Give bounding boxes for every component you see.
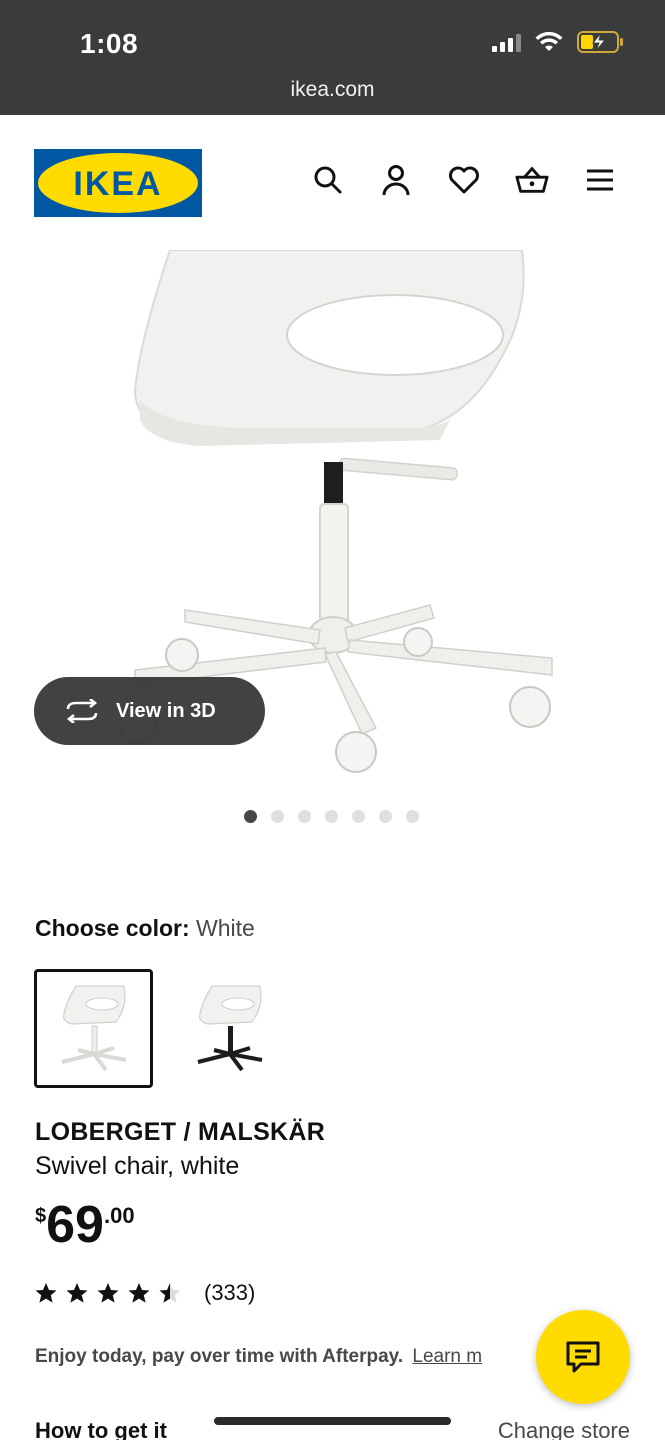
carousel-dot[interactable] xyxy=(352,810,365,823)
color-swatches xyxy=(34,969,289,1088)
ikea-logo[interactable]: IKEA xyxy=(34,149,202,217)
chat-button[interactable] xyxy=(536,1310,630,1404)
price-currency: $ xyxy=(35,1205,47,1227)
menu-icon[interactable] xyxy=(583,163,617,197)
how-to-get-it-heading: How to get it xyxy=(35,1418,167,1440)
site-header: IKEA xyxy=(0,115,665,250)
choose-color-label: Choose color: xyxy=(35,915,190,941)
star-icon xyxy=(66,1283,88,1303)
rotate-3d-icon xyxy=(66,699,98,723)
wifi-icon xyxy=(535,31,563,51)
product-description: Swivel chair, white xyxy=(35,1152,240,1180)
color-chooser-label: Choose color: White xyxy=(35,915,255,942)
status-icons xyxy=(492,30,625,54)
price-integer: 69 xyxy=(46,1196,104,1254)
battery-charging-icon xyxy=(577,31,623,53)
header-nav-icons xyxy=(311,163,617,197)
star-icon xyxy=(128,1283,150,1303)
image-carousel-dots xyxy=(244,810,419,823)
home-indicator xyxy=(214,1417,451,1425)
product-image[interactable]: View in 3D xyxy=(0,250,665,790)
afterpay-learn-more-link[interactable]: Learn m xyxy=(412,1346,482,1367)
carousel-dot[interactable] xyxy=(379,810,392,823)
product-rating[interactable]: (333) xyxy=(34,1280,255,1306)
swatch-white-black[interactable] xyxy=(170,969,289,1088)
chair-thumbnail-white xyxy=(61,984,126,1071)
account-icon[interactable] xyxy=(379,163,413,197)
rating-count[interactable]: (333) xyxy=(204,1280,255,1306)
carousel-dot[interactable] xyxy=(298,810,311,823)
svg-text:IKEA: IKEA xyxy=(73,165,162,203)
view-in-3d-button[interactable]: View in 3D xyxy=(34,677,265,745)
star-icon xyxy=(97,1283,119,1303)
rating-stars xyxy=(34,1281,182,1305)
view-in-3d-label: View in 3D xyxy=(116,699,216,722)
chair-thumbnail-black xyxy=(197,984,262,1071)
carousel-dot[interactable] xyxy=(325,810,338,823)
afterpay-banner: Enjoy today, pay over time with Afterpay… xyxy=(35,1346,482,1368)
chat-icon xyxy=(566,1341,600,1373)
status-time: 1:08 xyxy=(80,28,139,59)
signal-icon xyxy=(492,32,521,52)
star-icon xyxy=(35,1283,57,1303)
product-name: LOBERGET / MALSKÄR xyxy=(35,1118,326,1146)
product-price: $ 69 .00 xyxy=(35,1197,135,1253)
half-star-icon xyxy=(159,1283,181,1303)
price-decimal: .00 xyxy=(103,1203,135,1228)
browser-chrome: 1:08 ikea.com xyxy=(0,0,665,115)
swatch-white[interactable] xyxy=(34,969,153,1088)
carousel-dot[interactable] xyxy=(406,810,419,823)
carousel-dot[interactable] xyxy=(244,810,257,823)
carousel-dot[interactable] xyxy=(271,810,284,823)
search-icon[interactable] xyxy=(311,163,345,197)
basket-icon[interactable] xyxy=(515,163,549,197)
afterpay-text: Enjoy today, pay over time with Afterpay… xyxy=(35,1346,404,1367)
url-bar[interactable]: ikea.com xyxy=(0,78,665,102)
change-store-link[interactable]: Change store xyxy=(498,1418,630,1440)
selected-color: White xyxy=(196,915,255,941)
heart-icon[interactable] xyxy=(447,163,481,197)
